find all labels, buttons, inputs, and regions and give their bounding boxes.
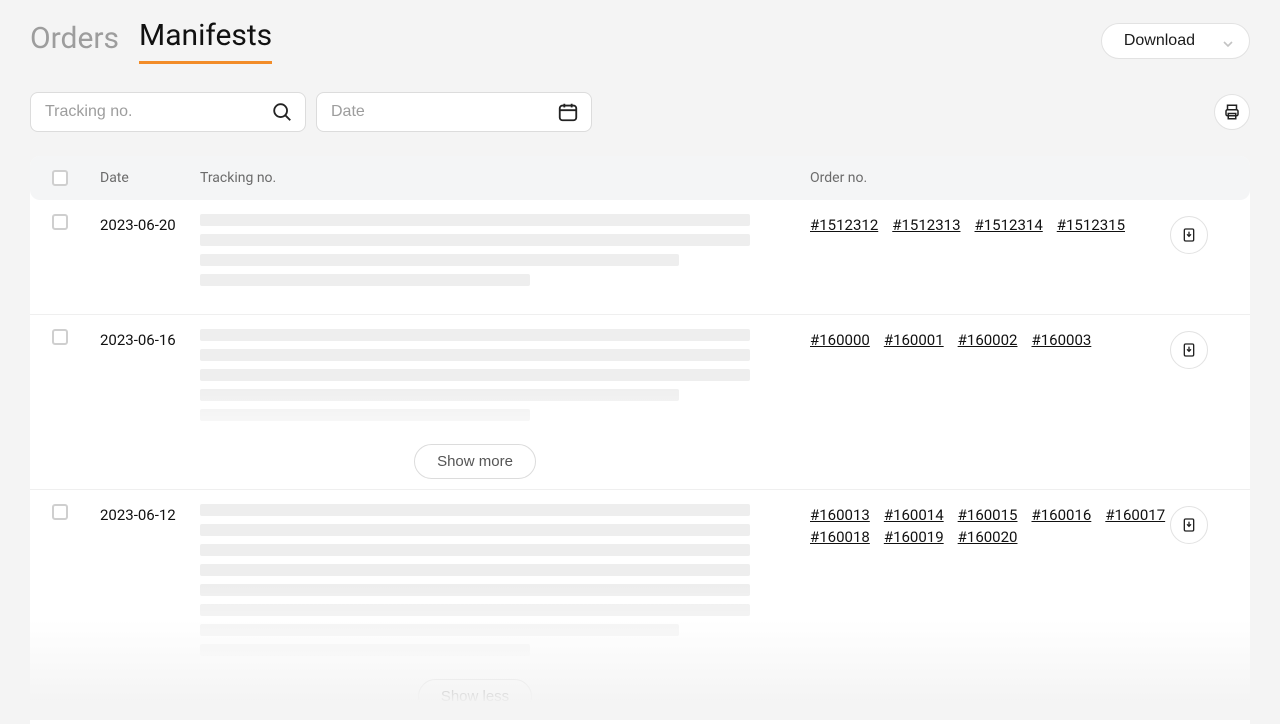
calendar-icon [557, 101, 579, 123]
chevron-down-icon [1223, 36, 1233, 46]
order-link[interactable]: #1512313 [892, 216, 960, 234]
tab-manifests[interactable]: Manifests [139, 18, 272, 64]
order-link[interactable]: #160018 [810, 528, 870, 546]
row-checkbox[interactable] [52, 329, 68, 345]
search-icon [271, 101, 293, 123]
order-link[interactable]: #1512312 [810, 216, 878, 234]
order-link[interactable]: #160019 [884, 528, 944, 546]
download-icon [1181, 227, 1197, 243]
row-checkbox[interactable] [52, 214, 68, 230]
row-download-button[interactable] [1170, 331, 1208, 369]
col-header-tracking: Tracking no. [200, 170, 810, 186]
date-input[interactable] [331, 103, 557, 121]
download-icon [1181, 517, 1197, 533]
row-date: 2023-06-12 [100, 504, 200, 524]
tab-orders[interactable]: Orders [30, 21, 119, 64]
order-link[interactable]: #160014 [884, 506, 944, 524]
order-link[interactable]: #160015 [958, 506, 1018, 524]
row-download-button[interactable] [1170, 506, 1208, 544]
row-checkbox[interactable] [52, 504, 68, 520]
order-link[interactable]: #160020 [958, 528, 1018, 546]
row-date: 2023-06-16 [100, 329, 200, 349]
order-links: #1512312 #1512313 #1512314 #1512315 [810, 214, 1170, 234]
tracking-placeholder-skeleton [200, 504, 810, 704]
page-tabs: Orders Manifests [30, 18, 272, 64]
download-button-label: Download [1124, 32, 1195, 50]
print-button[interactable] [1214, 94, 1250, 130]
order-link[interactable]: #160017 [1105, 506, 1165, 524]
order-link[interactable]: #160000 [810, 331, 870, 349]
manifests-table: Date Tracking no. Order no. 2023-06-20 #1… [30, 156, 1250, 724]
printer-icon [1223, 103, 1241, 121]
order-link[interactable]: #1512314 [975, 216, 1043, 234]
order-link[interactable]: #160013 [810, 506, 870, 524]
table-header-row: Date Tracking no. Order no. [30, 156, 1250, 200]
date-filter-field[interactable] [316, 92, 592, 132]
table-row: 2023-06-20#1512312#1512313#1512314#15123… [30, 200, 1250, 315]
show-less-button[interactable]: Show less [418, 679, 532, 714]
show-more-button[interactable]: Show more [414, 444, 536, 479]
tracking-placeholder-skeleton [200, 214, 810, 294]
order-links: #160000 #160001 #160002 #160003 [810, 329, 1170, 349]
order-link[interactable]: #1512315 [1057, 216, 1125, 234]
order-links: #160013 #160014 #160015 #160016 #160017 #1600… [810, 504, 1170, 546]
order-link[interactable]: #160002 [958, 331, 1018, 349]
download-button[interactable]: Download [1101, 23, 1250, 59]
table-row: 2023-06-12#160013#160014#160015#160016#1… [30, 490, 1250, 724]
order-link[interactable]: #160016 [1031, 506, 1091, 524]
row-date: 2023-06-20 [100, 214, 200, 234]
col-header-date: Date [100, 170, 200, 186]
table-row: 2023-06-16 #160000 #160001 #160002 #160003 Sh… [30, 315, 1250, 490]
tracking-search-field[interactable] [30, 92, 306, 132]
tracking-input[interactable] [45, 103, 271, 121]
download-icon [1181, 342, 1197, 358]
select-all-checkbox[interactable] [52, 170, 68, 186]
col-header-order: Order no. [810, 170, 1170, 186]
row-download-button[interactable] [1170, 216, 1208, 254]
order-link[interactable]: #160001 [884, 331, 944, 349]
order-link[interactable]: #160003 [1031, 331, 1091, 349]
